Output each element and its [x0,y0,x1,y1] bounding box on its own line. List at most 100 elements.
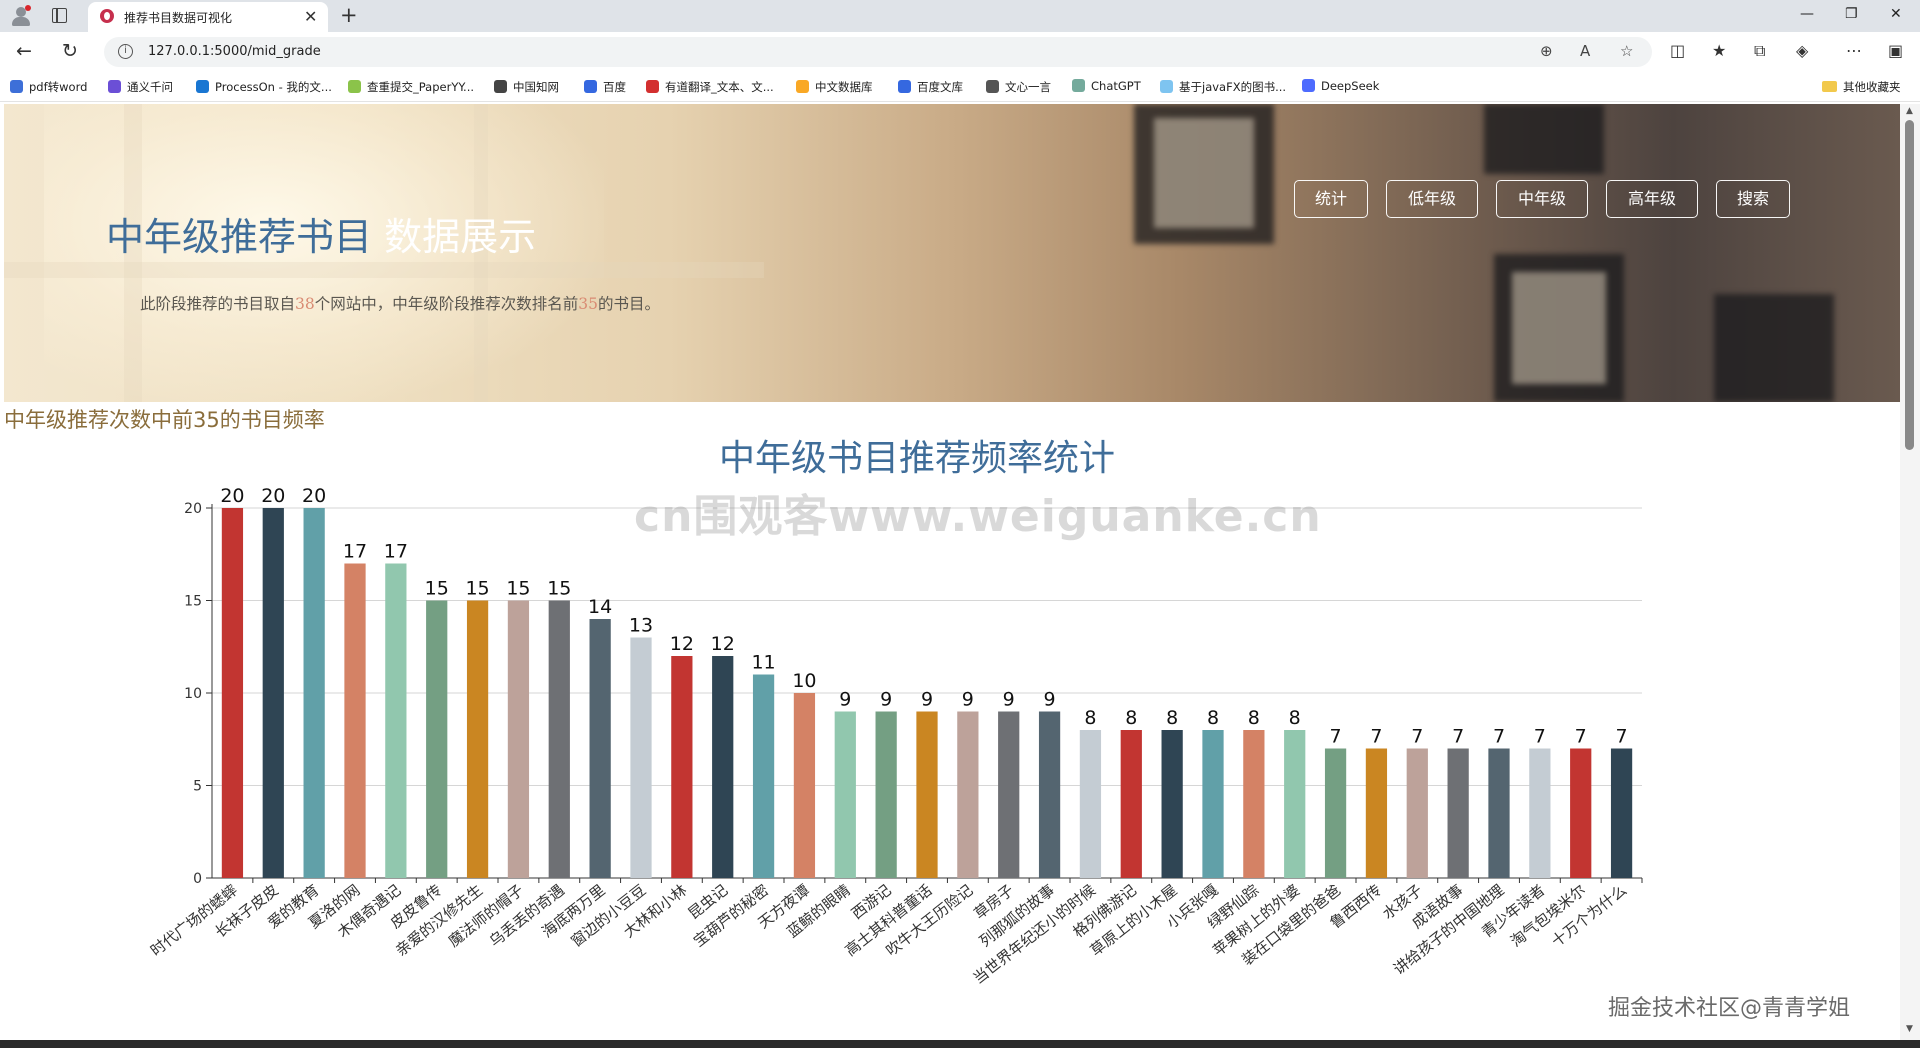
url-input[interactable]: i 127.0.0.1:5000/mid_grade ⊕ A ☆ [104,37,1652,67]
bar [1038,711,1061,878]
data-label: 20 [302,485,326,507]
bar [1610,748,1633,878]
favorites-icon[interactable]: ★ [1712,41,1726,60]
y-tick-label: 15 [184,594,202,610]
data-label: 17 [384,541,408,563]
bookmark-item[interactable]: 中国知网 [494,79,559,95]
bookmark-icon [494,80,507,93]
scroll-down-icon[interactable]: ▼ [1906,1024,1913,1034]
data-label: 15 [506,578,530,600]
data-label: 9 [1044,689,1056,711]
other-bookmarks[interactable]: 其他收藏夹 [1822,79,1901,95]
bar [426,600,448,878]
url-text: 127.0.0.1:5000/mid_grade [148,44,321,59]
bar [589,619,611,878]
new-tab-icon[interactable]: + [340,3,358,27]
browser-tab-active[interactable]: 推荐书目数据可视化 ✕ [88,2,328,32]
bar [344,563,366,878]
nav-button-search[interactable]: 搜索 [1716,180,1790,218]
data-label: 15 [425,578,449,600]
close-tab-icon[interactable]: ✕ [304,7,317,26]
extensions-icon[interactable]: ◈ [1796,41,1808,60]
data-label: 9 [921,689,933,711]
browser-tab-bar: 推荐书目数据可视化 ✕ + — ❐ ✕ [0,0,1920,32]
more-menu-icon[interactable]: ⋯ [1846,41,1862,60]
bar [998,711,1020,878]
nav-button-high-grade[interactable]: 高年级 [1606,180,1698,218]
bar [957,711,979,878]
restore-icon[interactable]: ❐ [1845,6,1858,22]
bookmark-item[interactable]: ProcessOn - 我的文... [196,79,332,95]
bookmark-item[interactable]: DeepSeek [1302,79,1379,93]
nav-button-mid-grade[interactable]: 中年级 [1496,180,1588,218]
bookmark-item[interactable]: 文心一言 [986,79,1051,95]
nav-button-stats[interactable]: 统计 [1294,180,1368,218]
data-label: 12 [670,633,694,655]
data-label: 12 [711,633,735,655]
profile-icon[interactable] [10,5,32,27]
y-tick-label: 5 [193,779,202,795]
tab-actions-icon[interactable] [52,8,67,23]
bookmark-item[interactable]: 百度 [584,79,626,95]
bookmark-icon [584,80,597,93]
data-label: 15 [547,578,571,600]
bar [548,600,570,878]
site-favicon-icon [100,9,114,23]
bookmark-item[interactable]: ChatGPT [1072,79,1141,93]
data-label: 7 [1493,726,1505,748]
data-label: 7 [1534,726,1546,748]
page-title: 中年级推荐书目 数据展示 [106,215,537,259]
bar [712,656,734,878]
data-label: 9 [962,689,974,711]
y-tick-label: 20 [184,501,202,517]
bookmark-item[interactable]: 有道翻译_文本、文... [646,79,774,95]
zoom-icon[interactable]: ⊕ [1540,42,1553,60]
data-label: 8 [1207,707,1219,729]
bar [507,600,530,878]
site-info-icon[interactable]: i [118,44,133,59]
corner-watermark: 掘金技术社区@青青学姐 [1608,996,1851,1021]
data-label: 14 [588,596,612,618]
data-label: 9 [1003,689,1015,711]
data-label: 7 [1452,726,1464,748]
address-bar-row: ← ↻ i 127.0.0.1:5000/mid_grade ⊕ A ☆ ◫ ★… [0,32,1920,72]
data-label: 7 [1575,726,1587,748]
nav-button-low-grade[interactable]: 低年级 [1386,180,1478,218]
bar [1120,730,1142,878]
bookmark-item[interactable]: 基于javaFX的图书... [1160,79,1286,95]
bookmark-icon [796,80,809,93]
bookmark-icon [986,80,999,93]
bar [466,600,489,878]
close-window-icon[interactable]: ✕ [1890,6,1902,22]
bar [793,693,816,878]
bar [630,637,652,878]
minimize-icon[interactable]: — [1800,6,1814,22]
chart-title: 中年级书目推荐频率统计 [719,438,1115,479]
back-icon[interactable]: ← [16,40,32,62]
bookmark-item[interactable]: 中文数据库 [796,79,873,95]
sidebar-icon[interactable]: ▣ [1888,41,1903,60]
watermark-text: cn围观客www.weiguanke.cn [634,491,1322,542]
bar [1202,730,1224,878]
split-screen-icon[interactable]: ◫ [1670,41,1685,60]
scrollbar-thumb[interactable] [1905,120,1914,450]
bookmark-icon [348,80,361,93]
data-label: 9 [839,689,851,711]
bookmark-item[interactable]: pdf转word [10,79,87,95]
scroll-up-icon[interactable]: ▲ [1906,106,1913,116]
read-aloud-icon[interactable]: A [1580,42,1590,60]
data-label: 8 [1125,707,1137,729]
bookmark-icon [10,80,23,93]
bookmark-item[interactable]: 查重提交_PaperYY... [348,79,474,95]
bookmark-icon [646,80,659,93]
data-label: 11 [751,652,775,674]
bookmark-item[interactable]: 通义千问 [108,79,173,95]
bookmark-item[interactable]: 百度文库 [898,79,963,95]
bar [385,563,407,878]
favorite-star-icon[interactable]: ☆ [1620,42,1633,60]
bar [834,711,856,878]
refresh-icon[interactable]: ↻ [62,40,78,62]
data-label: 9 [880,689,892,711]
page-scrollbar[interactable]: ▲ ▼ [1900,104,1920,1040]
collections-icon[interactable]: ⧉ [1754,41,1765,61]
